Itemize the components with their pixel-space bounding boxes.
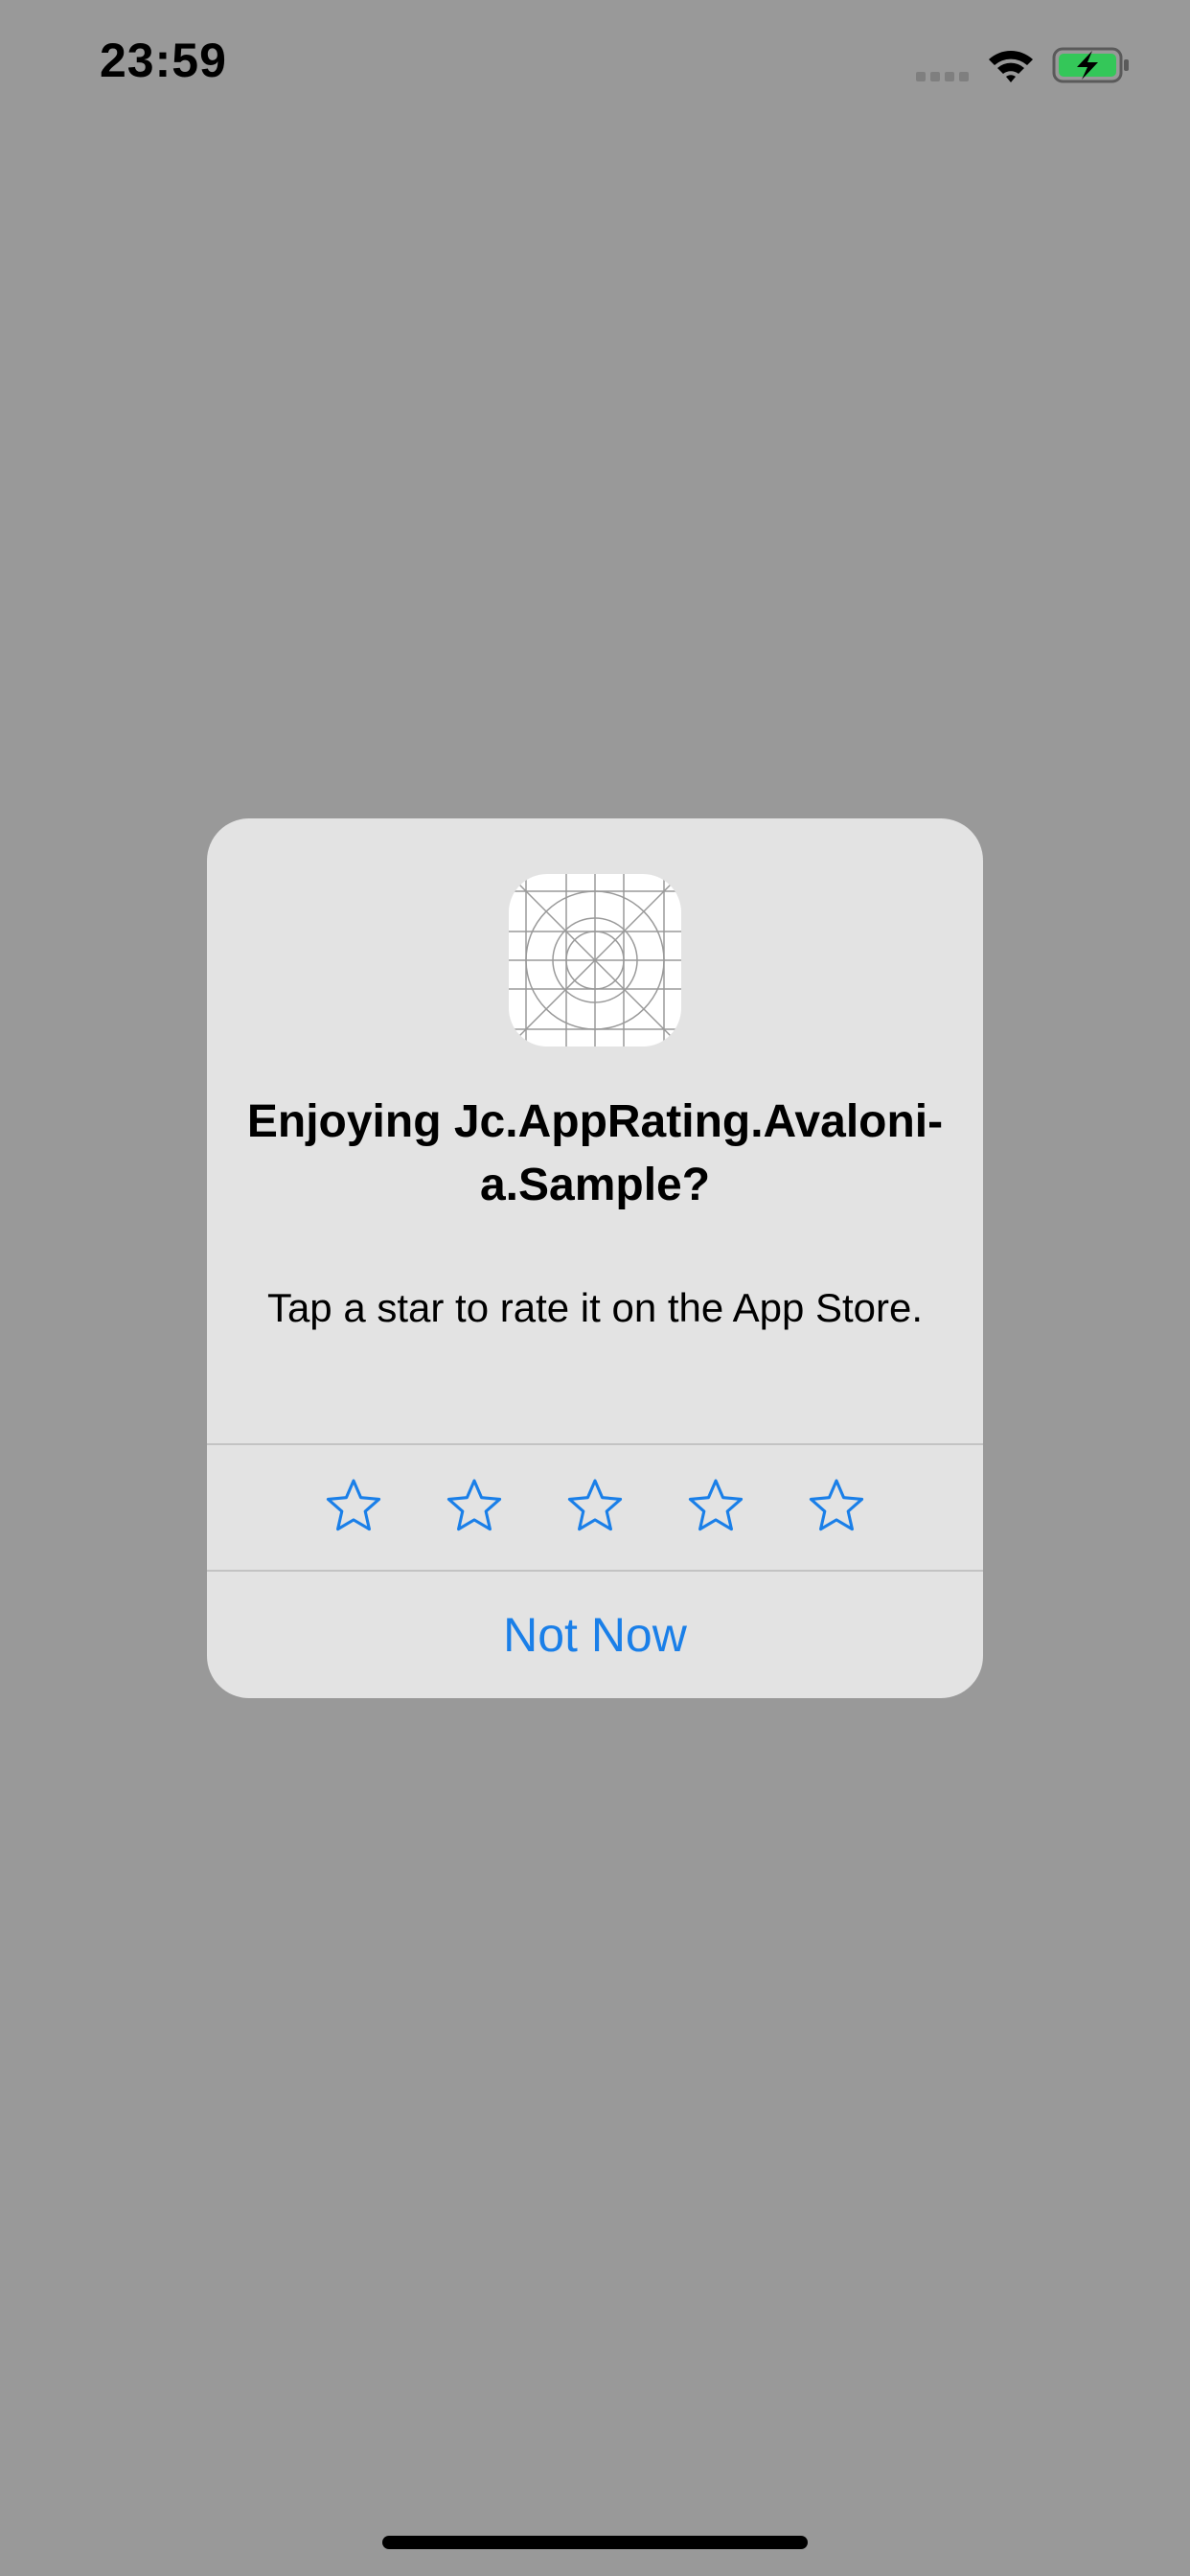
status-bar: 23:59 [0,0,1190,134]
cellular-dots-icon [916,72,969,81]
dialog-title: Enjoying Jc.AppRating.Avaloni-a.Sample? [246,1096,944,1210]
star-outline-icon[interactable] [565,1478,625,1537]
star-outline-icon[interactable] [324,1478,383,1537]
star-outline-icon[interactable] [686,1478,745,1537]
wifi-icon [989,51,1033,82]
star-outline-icon[interactable] [807,1478,866,1537]
status-time: 23:59 [100,34,227,87]
dialog-message: Tap a star to rate it on the App Store. [266,1285,924,1330]
app-icon-grid-graphic [509,874,681,1046]
app-icon-placeholder [509,874,681,1046]
rating-dialog: Enjoying Jc.AppRating.Avaloni-a.Sample? … [207,818,983,1698]
battery-charging-icon [1052,47,1129,83]
star-rating-row [207,1445,983,1570]
home-indicator[interactable] [382,2536,808,2549]
not-now-button[interactable]: Not Now [207,1572,983,1698]
star-outline-icon[interactable] [445,1478,504,1537]
